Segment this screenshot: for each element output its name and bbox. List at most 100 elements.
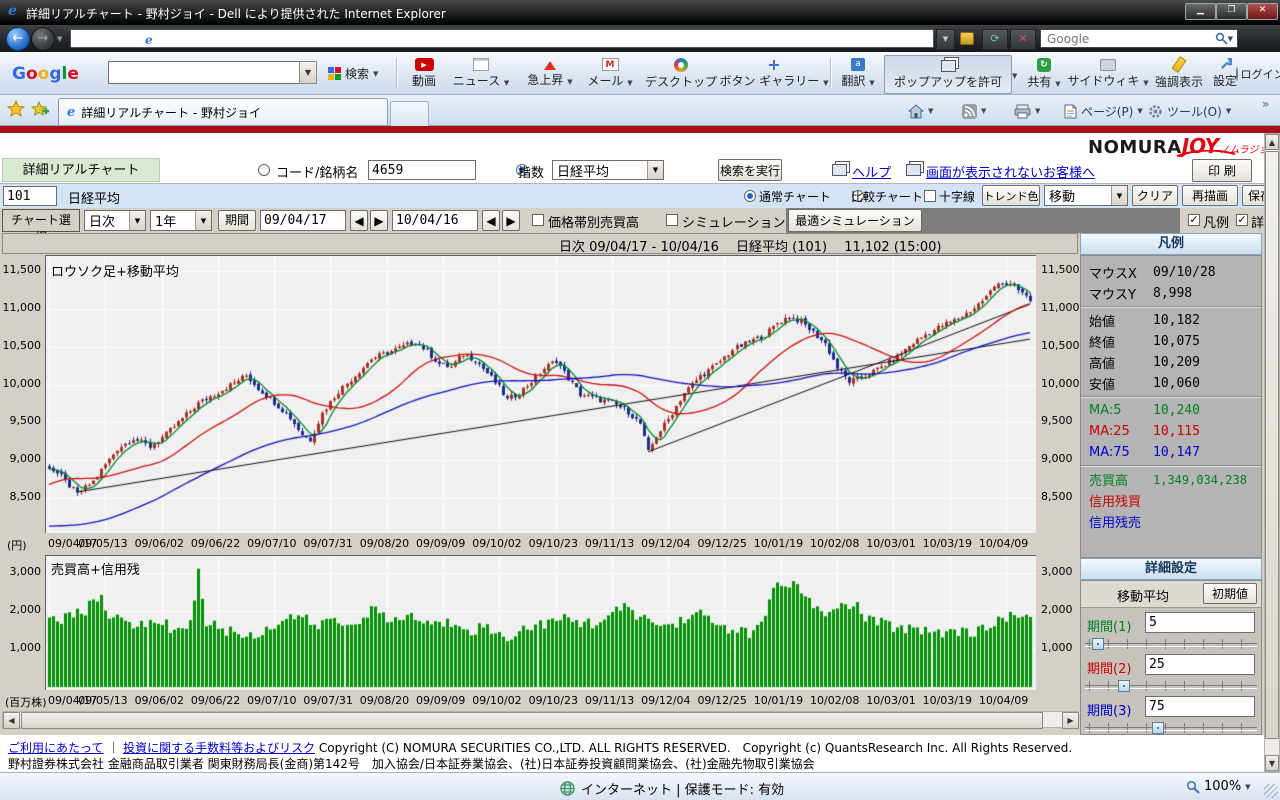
period2-slider[interactable] [1085, 679, 1257, 693]
address-dropdown-button[interactable]: ▼ [936, 29, 955, 50]
brand-red-bar [0, 126, 1280, 133]
candlestick-chart-canvas[interactable] [46, 256, 1036, 534]
optimal-simulation-button[interactable]: 最適シミュレーション [788, 209, 922, 232]
vscrollbar-thumb[interactable] [1265, 151, 1279, 739]
code-input[interactable] [368, 160, 476, 180]
toolbar-search-input[interactable] [108, 61, 300, 84]
help-link[interactable]: ヘルプ [852, 162, 891, 181]
speech-bubble-icon [1100, 59, 1116, 71]
detail-checkbox[interactable]: ✓ [1236, 214, 1248, 226]
period2-input[interactable] [1145, 654, 1255, 675]
page-menu[interactable]: ページ(P)▼ [1064, 100, 1143, 122]
new-tab-button[interactable] [390, 101, 429, 126]
index-select[interactable]: 日経平均▼ [552, 160, 664, 180]
overflow-chevron[interactable]: » [1262, 97, 1269, 111]
stop-button[interactable]: ✕ [1010, 29, 1036, 50]
volume-chart-canvas[interactable] [46, 556, 1036, 691]
print-page-button[interactable]: 印 刷 [1192, 159, 1252, 182]
period3-slider-thumb[interactable] [1152, 722, 1164, 734]
home-button[interactable]: ▼ [908, 100, 933, 122]
tab-active[interactable]: e 詳細リアルチャート - 野村ジョイ [58, 98, 388, 125]
period2-slider-thumb[interactable] [1118, 680, 1130, 692]
toolbar-search-button[interactable]: 検索▼ [328, 55, 378, 92]
clear-button[interactable]: クリア [1132, 185, 1178, 206]
from-next-button[interactable]: ▶ [370, 210, 388, 231]
close-button[interactable]: ✕ [1247, 3, 1278, 20]
minimize-button[interactable]: ▁ [1185, 3, 1216, 20]
normal-chart-radio[interactable] [744, 190, 756, 202]
to-prev-button[interactable]: ◀ [482, 210, 500, 231]
terms-link[interactable]: ご利用にあたって [8, 741, 103, 755]
index-label: 指数 [518, 162, 544, 181]
gtoolbar-button-gallery[interactable]: +ボタン ギャラリー ▼ [724, 55, 824, 92]
back-button[interactable]: ← [6, 27, 30, 51]
recent-pages-caret-icon[interactable]: ▼ [57, 35, 62, 43]
period1-input[interactable] [1145, 612, 1255, 633]
gtoolbar-button-translate[interactable]: a翻訳 ▼ [838, 55, 878, 92]
gtoolbar-button-sidewiki[interactable]: サイドウィキ ▼ [1070, 55, 1146, 92]
search-options-caret-icon[interactable]: ▼ [1228, 35, 1233, 43]
frequency-select[interactable]: 日次▼ [84, 210, 146, 231]
chart-horizontal-scrollbar[interactable]: ◀ ▶ [2, 711, 1078, 728]
refresh-button[interactable]: ⟳ [982, 29, 1008, 50]
maximize-button[interactable]: ❐ [1216, 3, 1247, 20]
price-volume-checkbox[interactable] [532, 214, 544, 226]
magnifier-icon[interactable] [1215, 32, 1228, 45]
code-radio[interactable] [258, 164, 270, 176]
feeds-button[interactable]: ▼ [962, 100, 986, 122]
span-select[interactable]: 1年▼ [150, 210, 212, 231]
address-bar[interactable]: e [70, 29, 934, 48]
scrollbar-thumb[interactable] [21, 712, 1043, 729]
period3-input[interactable] [1145, 696, 1255, 717]
gtoolbar-button-mail[interactable]: Mメール ▼ [586, 55, 634, 92]
toolbar-search-dropdown[interactable]: ▼ [299, 61, 317, 84]
simulation-checkbox[interactable] [666, 214, 678, 226]
period1-slider[interactable] [1085, 637, 1257, 651]
add-favorite-button[interactable] [30, 99, 55, 124]
no-display-link[interactable]: 画面が表示されないお客様へ [926, 162, 1095, 181]
zoom-caret-icon[interactable]: ▼ [1245, 783, 1250, 791]
tab-title: 詳細リアルチャート - 野村ジョイ [81, 104, 261, 121]
forward-button[interactable]: → [31, 27, 55, 51]
trend-color-button[interactable]: トレンド色 [982, 185, 1040, 206]
address-input[interactable] [91, 31, 933, 47]
scroll-right-button[interactable]: ▶ [1062, 712, 1079, 729]
legend-panel-header: 凡例 [1080, 233, 1262, 255]
chart-select-button[interactable]: チャート選択 [2, 209, 80, 232]
print-button[interactable]: ▼ [1014, 100, 1040, 122]
period-to-input[interactable] [392, 210, 478, 231]
legend-checkbox[interactable]: ✓ [1188, 214, 1200, 226]
redraw-button[interactable]: 再描画 [1182, 185, 1238, 206]
period1-slider-thumb[interactable] [1092, 638, 1104, 650]
page-vertical-scrollbar[interactable]: ▲ ▼ [1264, 133, 1280, 772]
risk-link[interactable]: 投資に関する手数料等およびリスク [123, 741, 315, 755]
gtoolbar-button-desktop[interactable]: デスクトップ [642, 55, 720, 92]
tools-menu[interactable]: ツール(O)▼ [1148, 100, 1231, 122]
scroll-left-button[interactable]: ◀ [3, 712, 20, 729]
scroll-down-button[interactable]: ▼ [1265, 755, 1279, 771]
from-prev-button[interactable]: ◀ [350, 210, 368, 231]
gtoolbar-button-news[interactable]: ニュース ▼ [450, 55, 512, 92]
resize-grip[interactable] [1264, 784, 1278, 798]
period3-slider[interactable] [1085, 721, 1257, 735]
gtoolbar-button-share[interactable]: ↻共有 ▼ [1024, 55, 1064, 92]
gtoolbar-button-video[interactable]: ▶動画 [404, 55, 444, 92]
reset-button[interactable]: 初期値 [1203, 583, 1257, 604]
gtoolbar-button-popup-allow[interactable]: ポップアップを許可 [884, 55, 1012, 94]
browser-search-input[interactable] [1045, 31, 1215, 47]
symbol-code-input[interactable] [3, 186, 57, 206]
scroll-up-button[interactable]: ▲ [1265, 134, 1279, 150]
search-box[interactable]: ▼ [1040, 29, 1238, 48]
trend-mode-select[interactable]: 移動▼ [1044, 185, 1128, 206]
gtoolbar-button-login[interactable]: ログイン [1242, 55, 1278, 92]
gtoolbar-button-trending[interactable]: 急上昇 ▼ [522, 55, 578, 92]
period-from-input[interactable] [260, 210, 346, 231]
zoom-control[interactable]: 100% ▼ [1186, 779, 1251, 794]
tab-bar: e 詳細リアルチャート - 野村ジョイ ▼ ▼ ▼ ページ(P)▼ ツール(O)… [0, 95, 1280, 126]
gtoolbar-button-highlight[interactable]: 強調表示 [1150, 55, 1208, 92]
search-execute-button[interactable]: 検索を実行 [718, 159, 782, 181]
favorites-button[interactable] [6, 99, 31, 124]
crosshair-checkbox[interactable] [924, 190, 936, 202]
to-next-button[interactable]: ▶ [502, 210, 520, 231]
popup-caret-icon[interactable]: ▼ [1012, 72, 1017, 80]
